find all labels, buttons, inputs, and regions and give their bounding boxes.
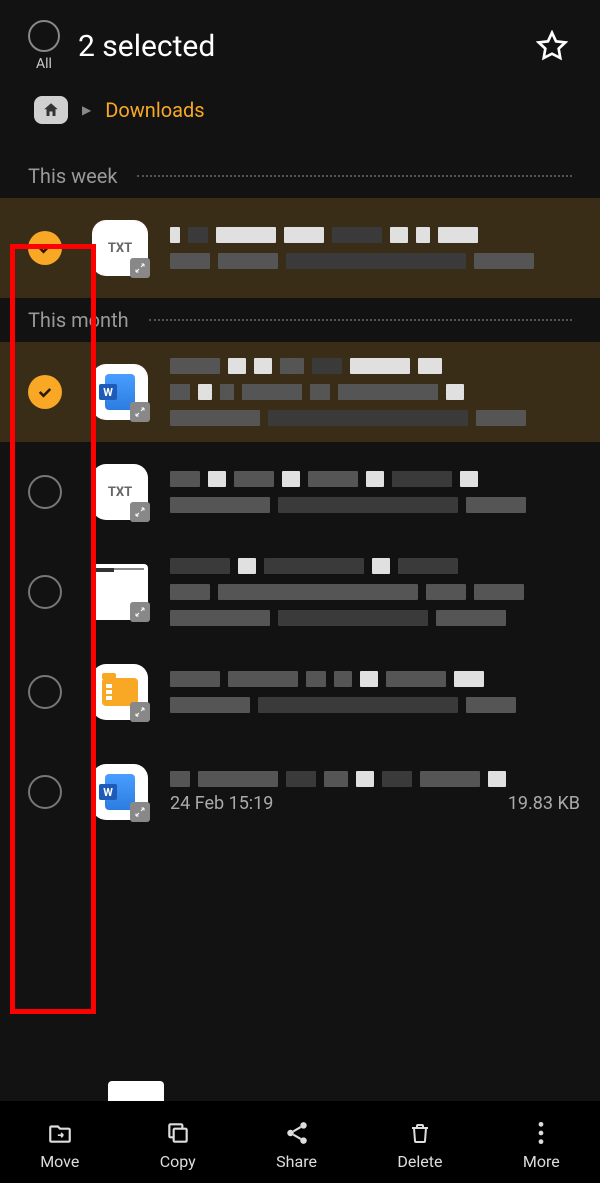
select-all-circle	[28, 20, 60, 52]
trash-icon	[408, 1120, 432, 1146]
file-info	[170, 471, 580, 513]
share-button[interactable]: Share	[276, 1120, 317, 1171]
move-icon	[46, 1120, 74, 1146]
section-divider	[149, 319, 572, 321]
file-row[interactable]: TXT	[0, 198, 600, 298]
breadcrumb-home[interactable]	[34, 96, 68, 124]
copy-icon	[165, 1120, 191, 1146]
file-thumbnail-archive	[92, 664, 148, 720]
row-checkbox[interactable]	[28, 675, 62, 709]
file-row[interactable]	[0, 342, 600, 442]
delete-button[interactable]: Delete	[397, 1120, 442, 1171]
move-button[interactable]: Move	[40, 1120, 79, 1171]
row-checkbox[interactable]	[28, 575, 62, 609]
favorite-button[interactable]	[532, 26, 572, 66]
file-row[interactable]: 24 Feb 15:19 19.83 KB	[0, 742, 600, 842]
file-thumbnail-word	[92, 364, 148, 420]
expand-icon	[130, 258, 150, 278]
section-this-month: This month	[0, 298, 600, 342]
breadcrumb: ▶ Downloads	[0, 80, 600, 154]
select-all-toggle[interactable]: All	[28, 20, 60, 72]
delete-label: Delete	[397, 1152, 442, 1171]
row-checkbox-checked[interactable]	[28, 231, 62, 265]
file-info	[170, 671, 580, 713]
home-icon	[42, 101, 60, 119]
expand-icon	[130, 502, 150, 522]
select-all-label: All	[36, 56, 52, 72]
check-icon	[36, 239, 54, 257]
file-info	[170, 358, 580, 426]
breadcrumb-current[interactable]: Downloads	[105, 98, 204, 122]
file-info	[170, 227, 580, 269]
chevron-right-icon: ▶	[82, 103, 91, 117]
more-label: More	[523, 1152, 560, 1171]
section-title: This week	[28, 164, 117, 188]
file-row[interactable]	[0, 642, 600, 742]
row-checkbox[interactable]	[28, 475, 62, 509]
copy-label: Copy	[160, 1152, 196, 1171]
row-checkbox[interactable]	[28, 775, 62, 809]
file-thumbnail-peek	[108, 1081, 164, 1101]
file-date: 24 Feb 15:19	[170, 793, 273, 814]
bottom-action-bar: Move Copy Share Delete More	[0, 1101, 600, 1183]
more-vert-icon	[537, 1120, 545, 1146]
section-this-week: This week	[0, 154, 600, 198]
share-icon	[284, 1120, 310, 1146]
section-divider	[137, 175, 572, 177]
expand-icon	[130, 802, 150, 822]
file-thumbnail-txt: TXT	[92, 464, 148, 520]
file-thumbnail-txt: TXT	[92, 220, 148, 276]
file-thumbnail-image	[92, 564, 148, 620]
star-icon	[536, 30, 568, 62]
section-title: This month	[28, 308, 129, 332]
file-row[interactable]	[0, 542, 600, 642]
file-row[interactable]: TXT	[0, 442, 600, 542]
expand-icon	[130, 402, 150, 422]
file-info	[170, 558, 580, 626]
share-label: Share	[276, 1152, 317, 1171]
txt-label: TXT	[108, 241, 132, 256]
row-checkbox-checked[interactable]	[28, 375, 62, 409]
file-thumbnail-word	[92, 764, 148, 820]
copy-button[interactable]: Copy	[160, 1120, 196, 1171]
file-info: 24 Feb 15:19 19.83 KB	[170, 771, 580, 814]
expand-icon	[130, 602, 150, 622]
move-label: Move	[40, 1152, 79, 1171]
file-size: 19.83 KB	[508, 793, 580, 814]
txt-label: TXT	[108, 485, 132, 500]
check-icon	[36, 383, 54, 401]
selection-header: All 2 selected	[0, 0, 600, 80]
expand-icon	[130, 702, 150, 722]
more-button[interactable]: More	[523, 1120, 560, 1171]
selection-count-title: 2 selected	[78, 29, 532, 64]
